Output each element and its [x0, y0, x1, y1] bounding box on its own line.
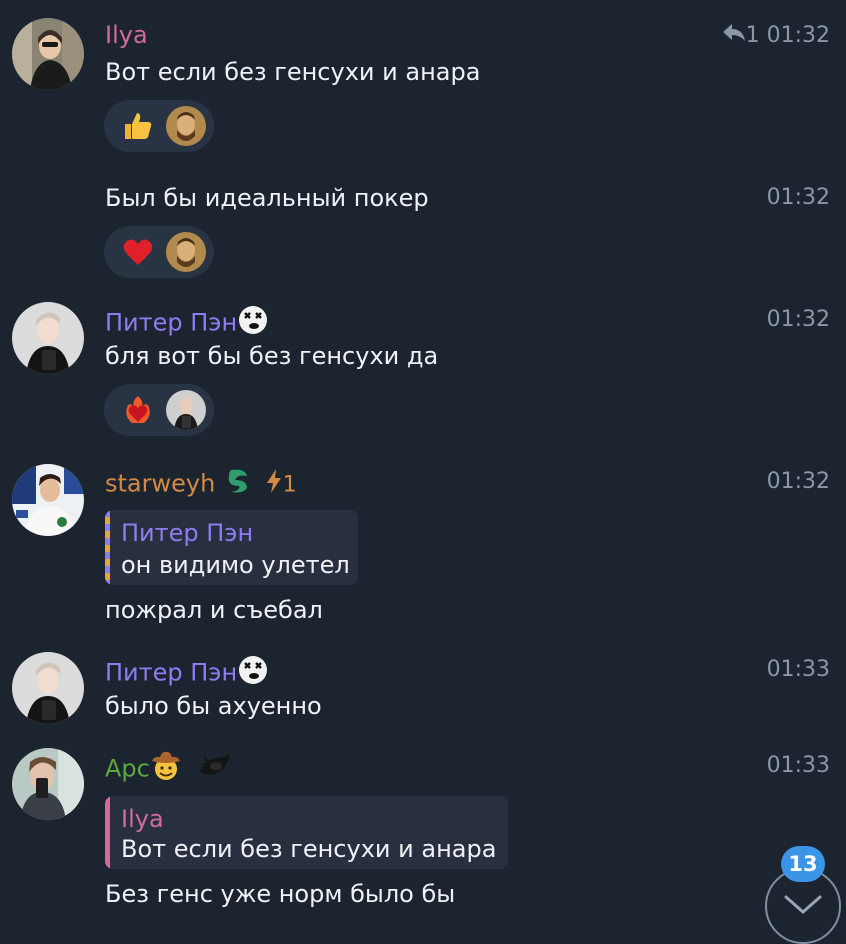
sender-name-label[interactable]: starweyh: [105, 470, 215, 498]
quote-bar: [105, 796, 110, 869]
heart-on-fire-icon: [122, 394, 154, 426]
avatar-piter-pen[interactable]: [12, 302, 84, 374]
quote-text: Вот если без генсухи и анара: [121, 835, 497, 863]
message-text: бля вот бы без генсухи да: [105, 342, 439, 370]
sender-name-label[interactable]: Питер Пэн: [105, 309, 237, 337]
sender-name[interactable]: Арс: [105, 750, 232, 789]
sender-name[interactable]: Питер Пэн: [105, 304, 269, 343]
team-logo-icon: [223, 466, 253, 503]
sender-name[interactable]: starweyh 1: [105, 466, 297, 503]
reactor-avatar: [166, 232, 206, 272]
message-time: 01:32: [766, 469, 830, 494]
cowboy-face-icon: [150, 750, 182, 789]
quote-sender: Питер Пэн: [121, 519, 254, 547]
reply-quote[interactable]: Ilya Вот если без генсухи и анара: [105, 796, 508, 869]
sender-name-label[interactable]: Арс: [105, 755, 150, 783]
dizzy-face-icon: [237, 654, 269, 693]
message-text: было бы ахуенно: [105, 692, 322, 720]
message-meta: 1 01:32: [722, 22, 830, 50]
reply-quote[interactable]: Питер Пэн он видимо улетел: [105, 510, 358, 585]
message-time: 01:33: [766, 657, 830, 682]
quote-bar: [105, 510, 110, 585]
reaction-thumbs-up[interactable]: [104, 100, 214, 152]
message-text: Был бы идеальный покер: [105, 184, 429, 212]
avatar-starweyh[interactable]: [12, 464, 84, 536]
quote-sender: Ilya: [121, 805, 164, 833]
thumbs-up-icon: [122, 110, 154, 142]
sender-name[interactable]: Питер Пэн: [105, 654, 269, 693]
quote-text: он видимо улетел: [121, 551, 350, 579]
boost-count: 1: [282, 472, 297, 498]
message-text: пожрал и съебал: [105, 596, 323, 624]
avatar-ilya[interactable]: [12, 18, 84, 90]
dizzy-face-icon: [237, 304, 269, 343]
message-time: 01:32: [766, 23, 830, 48]
message-time: 01:32: [766, 185, 830, 210]
reply-count[interactable]: 1: [746, 23, 760, 48]
sender-name[interactable]: Ilya: [105, 20, 148, 50]
unread-count-badge[interactable]: 13: [781, 846, 825, 882]
message-text: Без генс уже норм было бы: [105, 880, 456, 908]
message-time: 01:32: [766, 307, 830, 332]
message-text: Вот если без генсухи и анара: [105, 58, 481, 86]
black-cat-eye-icon: [198, 752, 232, 787]
chevron-down-icon: [783, 894, 823, 920]
reactor-avatar: [166, 390, 206, 430]
reactor-avatar: [166, 106, 206, 146]
message-time: 01:33: [766, 753, 830, 778]
heart-icon: [122, 236, 154, 268]
avatar-ars[interactable]: [12, 748, 84, 820]
reaction-heart[interactable]: [104, 226, 214, 278]
avatar-piter-pen[interactable]: [12, 652, 84, 724]
sender-name-label[interactable]: Питер Пэн: [105, 659, 237, 687]
boost-bolt-icon: [265, 468, 283, 501]
reply-arrow-icon[interactable]: [722, 22, 746, 50]
reaction-heart-on-fire[interactable]: [104, 384, 214, 436]
